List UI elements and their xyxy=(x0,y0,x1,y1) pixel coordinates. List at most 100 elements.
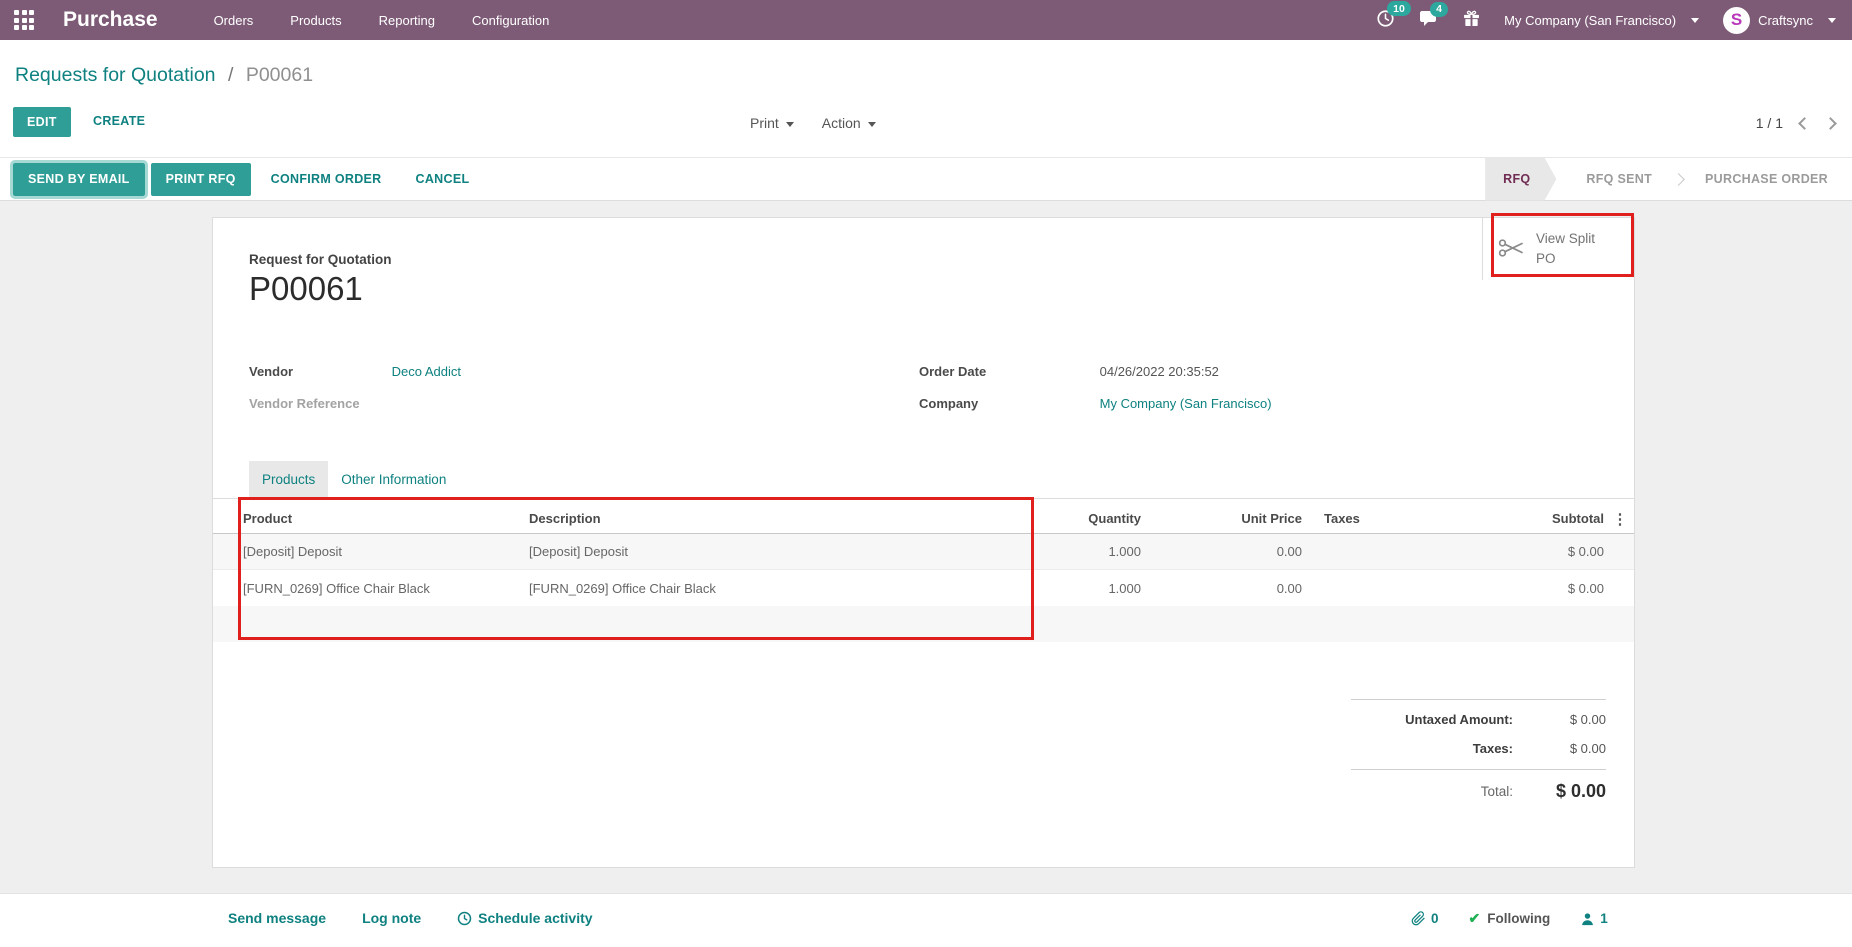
messages-count-badge: 4 xyxy=(1430,2,1448,17)
activities-button[interactable]: 10 xyxy=(1376,9,1395,31)
print-rfq-button[interactable]: PRINT RFQ xyxy=(151,163,251,196)
print-dropdown[interactable]: Print xyxy=(750,115,794,131)
col-taxes[interactable]: Taxes xyxy=(1302,511,1412,526)
schedule-activity-button[interactable]: Schedule activity xyxy=(457,910,592,926)
gift-button[interactable] xyxy=(1463,10,1480,30)
col-description[interactable]: Description xyxy=(529,511,819,526)
taxes-label: Taxes: xyxy=(1351,741,1513,756)
create-button[interactable]: CREATE xyxy=(93,114,145,128)
send-message-button[interactable]: Send message xyxy=(228,910,326,926)
order-date-value: 04/26/2022 20:35:52 xyxy=(1100,364,1219,379)
untaxed-amount-label: Untaxed Amount: xyxy=(1351,712,1513,727)
purchase-app-window: Purchase Orders Products Reporting Confi… xyxy=(0,0,1852,947)
total-value: $ 0.00 xyxy=(1513,781,1606,802)
step-separator-icon xyxy=(1672,173,1685,186)
pager: 1 / 1 xyxy=(1756,115,1835,131)
breadcrumb-parent-link[interactable]: Requests for Quotation xyxy=(15,64,216,86)
clock-icon xyxy=(457,911,472,926)
status-step-purchase-order[interactable]: PURCHASE ORDER xyxy=(1689,158,1844,201)
totals-summary: Untaxed Amount: $ 0.00 Taxes: $ 0.00 Tot… xyxy=(1351,699,1606,809)
company-switcher[interactable]: My Company (San Francisco) xyxy=(1504,13,1699,28)
breadcrumb: Requests for Quotation / P00061 xyxy=(15,64,313,87)
menu-configuration[interactable]: Configuration xyxy=(472,13,549,28)
apps-menu-icon[interactable] xyxy=(14,10,34,30)
paperclip-icon xyxy=(1411,911,1426,926)
followers-button[interactable]: 1 xyxy=(1580,911,1608,926)
menu-products[interactable]: Products xyxy=(290,13,341,28)
status-step-rfq-sent[interactable]: RFQ SENT xyxy=(1570,158,1668,201)
attachments-button[interactable]: 0 xyxy=(1411,911,1439,926)
navbar-systray: 10 4 My Company (San Francisco) S Crafts… xyxy=(1376,7,1852,34)
user-avatar: S xyxy=(1723,7,1750,34)
vendor-label: Vendor xyxy=(249,364,388,379)
pager-next-icon[interactable] xyxy=(1824,117,1837,130)
chatter: Send message Log note Schedule activity … xyxy=(0,893,1852,947)
company-field: Company My Company (San Francisco) xyxy=(919,396,1272,411)
notebook-tabs: Products Other Information xyxy=(213,461,1634,499)
optional-columns-icon[interactable]: ⋮ xyxy=(1604,510,1636,528)
send-by-email-button[interactable]: SEND BY EMAIL xyxy=(13,163,145,196)
vendor-reference-label: Vendor Reference xyxy=(249,396,388,411)
statusbar: SEND BY EMAIL PRINT RFQ CONFIRM ORDER CA… xyxy=(0,157,1852,201)
main-menus: Orders Products Reporting Configuration xyxy=(214,13,550,28)
cancel-button[interactable]: CANCEL xyxy=(402,172,484,186)
table-header-row: Product Description Quantity Unit Price … xyxy=(213,504,1634,534)
person-icon xyxy=(1580,912,1595,926)
log-note-button[interactable]: Log note xyxy=(362,910,421,926)
cell-unit-price: 0.00 xyxy=(1141,581,1302,596)
totals-divider xyxy=(1351,699,1606,700)
cell-subtotal: $ 0.00 xyxy=(1412,544,1604,559)
cell-unit-price: 0.00 xyxy=(1141,544,1302,559)
messages-button[interactable]: 4 xyxy=(1419,10,1439,31)
edit-button[interactable]: EDIT xyxy=(13,107,71,137)
tab-products[interactable]: Products xyxy=(249,461,328,498)
top-navbar: Purchase Orders Products Reporting Confi… xyxy=(0,0,1852,40)
confirm-order-button[interactable]: CONFIRM ORDER xyxy=(257,172,396,186)
order-date-label: Order Date xyxy=(919,364,1096,379)
doc-type-label: Request for Quotation xyxy=(249,252,392,267)
cell-description: [FURN_0269] Office Chair Black xyxy=(529,581,819,596)
vendor-value-link[interactable]: Deco Addict xyxy=(392,364,461,379)
col-quantity[interactable]: Quantity xyxy=(819,511,1141,526)
chevron-down-icon xyxy=(868,122,876,127)
taxes-value: $ 0.00 xyxy=(1513,741,1606,756)
tab-other-information[interactable]: Other Information xyxy=(328,461,459,498)
action-dropdown[interactable]: Action xyxy=(822,115,876,131)
vendor-reference-field: Vendor Reference xyxy=(249,396,388,411)
cell-subtotal: $ 0.00 xyxy=(1412,581,1604,596)
doc-number: P00061 xyxy=(249,270,363,308)
user-menu[interactable]: S Craftsync xyxy=(1723,7,1836,34)
company-value-link[interactable]: My Company (San Francisco) xyxy=(1100,396,1272,411)
rfq-form-sheet: View Split PO Request for Quotation P000… xyxy=(212,217,1635,868)
table-row[interactable]: [FURN_0269] Office Chair Black [FURN_026… xyxy=(213,570,1634,606)
activities-count-badge: 10 xyxy=(1387,1,1411,16)
order-date-field: Order Date 04/26/2022 20:35:52 xyxy=(919,364,1219,379)
app-brand[interactable]: Purchase xyxy=(63,8,158,32)
pager-previous-icon[interactable] xyxy=(1798,117,1811,130)
company-label: Company xyxy=(919,396,1096,411)
untaxed-amount-value: $ 0.00 xyxy=(1513,712,1606,727)
cell-quantity: 1.000 xyxy=(819,544,1141,559)
cell-quantity: 1.000 xyxy=(819,581,1141,596)
chatter-status: 0 ✔ Following 1 xyxy=(1411,910,1608,927)
table-row[interactable]: [Deposit] Deposit [Deposit] Deposit 1.00… xyxy=(213,534,1634,570)
status-step-rfq[interactable]: RFQ xyxy=(1485,158,1556,201)
company-name: My Company (San Francisco) xyxy=(1504,13,1676,28)
col-unit-price[interactable]: Unit Price xyxy=(1141,511,1302,526)
following-button[interactable]: ✔ Following xyxy=(1469,910,1551,927)
form-view-background: View Split PO Request for Quotation P000… xyxy=(0,201,1852,893)
cell-product: [FURN_0269] Office Chair Black xyxy=(213,581,529,596)
cell-description: [Deposit] Deposit xyxy=(529,544,819,559)
breadcrumb-current: P00061 xyxy=(246,64,313,86)
breadcrumb-separator: / xyxy=(228,64,233,86)
menu-reporting[interactable]: Reporting xyxy=(379,13,435,28)
totals-divider xyxy=(1351,769,1606,770)
empty-row-stripe xyxy=(213,606,1634,642)
col-subtotal[interactable]: Subtotal xyxy=(1412,511,1604,526)
menu-orders[interactable]: Orders xyxy=(214,13,254,28)
chevron-down-icon xyxy=(786,122,794,127)
col-product[interactable]: Product xyxy=(213,511,529,526)
view-split-po-button[interactable]: View Split PO xyxy=(1482,218,1634,280)
check-icon: ✔ xyxy=(1469,910,1481,927)
followers-count: 1 xyxy=(1600,911,1608,926)
